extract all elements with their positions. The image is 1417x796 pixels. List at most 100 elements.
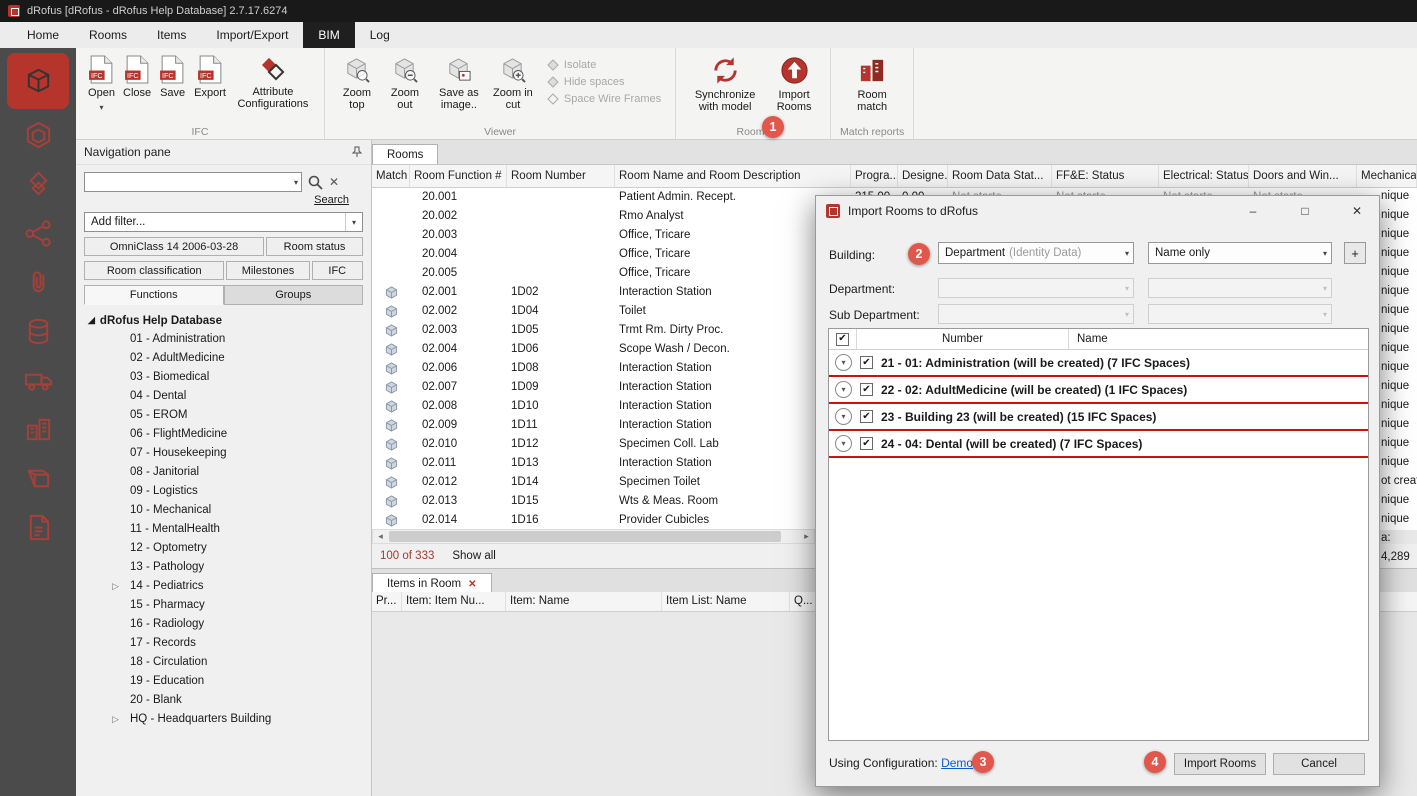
navigation-search-input[interactable]: ▾ — [84, 172, 302, 192]
buildings-module-icon[interactable] — [7, 407, 69, 452]
minimize-button[interactable]: – — [1231, 197, 1275, 225]
building-type-dropdown[interactable]: Department(Identity Data) ▾ — [938, 242, 1134, 264]
ribbon-tab[interactable]: Rooms — [74, 22, 142, 48]
import-group-row[interactable]: ▾ ✔ 24 - 04: Dental (will be created) (7… — [829, 431, 1368, 458]
import-group-row[interactable]: ▾ ✔ 21 - 01: Administration (will be cre… — [829, 350, 1368, 377]
column-header[interactable]: Pr... — [372, 592, 402, 611]
tree-item[interactable]: ▷ 13 - Pathology — [76, 558, 371, 577]
expand-chevron-icon[interactable]: ▾ — [835, 354, 852, 371]
ifc-save-button[interactable]: IFC Save — [155, 51, 190, 103]
tree-root-node[interactable]: ◢ dRofus Help Database — [76, 311, 371, 330]
column-header[interactable]: Mechanica... — [1357, 165, 1417, 187]
tab-groups[interactable]: Groups — [224, 285, 364, 305]
import-group-row[interactable]: ▾ ✔ 23 - Building 23 (will be created) (… — [829, 404, 1368, 431]
ribbon-tab[interactable]: Import/Export — [201, 22, 303, 48]
tree-item[interactable]: ▷ 05 - EROM — [76, 406, 371, 425]
sub-department-dropdown[interactable]: ▾ — [938, 304, 1134, 324]
expand-chevron-icon[interactable]: ▾ — [835, 408, 852, 425]
products-module-icon[interactable] — [7, 162, 69, 207]
tree-item[interactable]: ▷ 02 - AdultMedicine — [76, 349, 371, 368]
scroll-right-arrow-icon[interactable]: ▸ — [799, 531, 814, 542]
add-mapping-button[interactable]: + — [1344, 242, 1366, 264]
ifc-export-button[interactable]: IFC Export — [190, 51, 230, 103]
tree-item[interactable]: ▷ 17 - Records — [76, 634, 371, 653]
column-header[interactable]: Room Data Stat... — [948, 165, 1052, 187]
filter-ifc-button[interactable]: IFC — [312, 261, 363, 280]
data-module-icon[interactable] — [7, 309, 69, 354]
tree-item[interactable]: ▷ 16 - Radiology — [76, 615, 371, 634]
filter-room-classification-button[interactable]: Room classification — [84, 261, 224, 280]
tree-item[interactable]: ▷ 04 - Dental — [76, 387, 371, 406]
tree-item[interactable]: ▷ 03 - Biomedical — [76, 368, 371, 387]
rooms-module-icon[interactable] — [7, 53, 69, 109]
tab-rooms[interactable]: Rooms — [372, 144, 438, 164]
tree-item[interactable]: ▷ 20 - Blank — [76, 691, 371, 710]
isolate-toggle[interactable]: Isolate — [547, 59, 661, 71]
tree-item[interactable]: ▷ 09 - Logistics — [76, 482, 371, 501]
column-header[interactable]: Item: Name — [506, 592, 662, 611]
expand-chevron-icon[interactable]: ▾ — [835, 381, 852, 398]
zoom-top-button[interactable]: Zoom top — [333, 51, 381, 115]
search-icon[interactable] — [308, 175, 323, 190]
clear-search-icon[interactable]: ✕ — [329, 175, 339, 189]
import-group-row[interactable]: ▾ ✔ 22 - 02: AdultMedicine (will be crea… — [829, 377, 1368, 404]
packages-module-icon[interactable] — [7, 456, 69, 501]
open-dropdown-caret-icon[interactable]: ▾ — [99, 102, 103, 114]
expand-chevron-icon[interactable]: ▾ — [835, 435, 852, 452]
tree-item[interactable]: ▷ 14 - Pediatrics — [76, 577, 371, 596]
naming-dropdown[interactable]: Name only ▾ — [1148, 242, 1332, 264]
column-header[interactable]: Item: Item Nu... — [402, 592, 506, 611]
ifc-close-button[interactable]: IFC Close — [119, 51, 155, 103]
tree-item[interactable]: ▷ 11 - MentalHealth — [76, 520, 371, 539]
cancel-button[interactable]: Cancel — [1273, 753, 1365, 775]
synchronize-with-model-button[interactable]: Synchronize with model — [684, 51, 766, 117]
search-link[interactable]: Search — [314, 194, 349, 206]
filter-room-status-button[interactable]: Room status — [266, 237, 363, 256]
column-header[interactable]: Designe... — [898, 165, 948, 187]
department-dropdown[interactable]: ▾ — [938, 278, 1134, 298]
ribbon-tab[interactable]: Items — [142, 22, 201, 48]
column-header[interactable]: Room Name and Room Description — [615, 165, 851, 187]
row-checkbox[interactable]: ✔ — [860, 437, 873, 450]
filter-omniclass-button[interactable]: OmniClass 14 2006-03-28 — [84, 237, 264, 256]
tree-item[interactable]: ▷ 12 - Optometry — [76, 539, 371, 558]
reports-module-icon[interactable] — [7, 505, 69, 550]
scrollbar-thumb[interactable] — [389, 531, 781, 542]
tab-items-in-room[interactable]: Items in Room ✕ — [372, 573, 492, 593]
attribute-configurations-button[interactable]: Attribute Configurations — [230, 51, 316, 114]
zoom-out-button[interactable]: Zoom out — [381, 51, 429, 115]
tree-item[interactable]: ▷ HQ - Headquarters Building — [76, 710, 371, 729]
search-text-field[interactable] — [85, 174, 294, 190]
tree-item[interactable]: ▷ 07 - Housekeeping — [76, 444, 371, 463]
column-header-name[interactable]: Name — [1069, 329, 1368, 349]
close-tab-icon[interactable]: ✕ — [468, 579, 476, 590]
ribbon-tab[interactable]: BIM — [303, 22, 354, 48]
tree-item[interactable]: ▷ 01 - Administration — [76, 330, 371, 349]
tree-item-expander-icon[interactable]: ▷ — [112, 710, 119, 729]
tree-item[interactable]: ▷ 15 - Pharmacy — [76, 596, 371, 615]
tab-functions[interactable]: Functions — [84, 285, 224, 305]
space-wire-frames-toggle[interactable]: Space Wire Frames — [547, 93, 661, 105]
tree-item[interactable]: ▷ 06 - FlightMedicine — [76, 425, 371, 444]
search-dropdown-caret-icon[interactable]: ▾ — [294, 178, 301, 187]
tree-item[interactable]: ▷ 08 - Janitorial — [76, 463, 371, 482]
tree-item[interactable]: ▷ 18 - Circulation — [76, 653, 371, 672]
tree-item[interactable]: ▷ 19 - Education — [76, 672, 371, 691]
pin-icon[interactable] — [351, 146, 363, 158]
import-rooms-button[interactable]: Import Rooms — [766, 51, 822, 117]
ifc-open-button[interactable]: IFC Open▾ — [84, 51, 119, 118]
ribbon-tab[interactable]: Log — [355, 22, 405, 48]
room-match-button[interactable]: Room match — [839, 51, 905, 117]
column-header[interactable]: Progra... — [851, 165, 898, 187]
hide-spaces-toggle[interactable]: Hide spaces — [547, 76, 661, 88]
department-naming-dropdown[interactable]: ▾ — [1148, 278, 1332, 298]
column-header-number[interactable]: Number — [857, 329, 1069, 349]
tree-item[interactable]: ▷ 10 - Mechanical — [76, 501, 371, 520]
horizontal-scrollbar[interactable]: ◂ ▸ — [372, 529, 815, 544]
column-header[interactable]: Electrical: Status — [1159, 165, 1249, 187]
select-all-checkbox[interactable]: ✔ — [836, 333, 849, 346]
maximize-button[interactable]: □ — [1283, 197, 1327, 225]
filter-milestones-button[interactable]: Milestones — [226, 261, 309, 280]
row-checkbox[interactable]: ✔ — [860, 410, 873, 423]
column-header[interactable]: Match — [372, 165, 410, 187]
